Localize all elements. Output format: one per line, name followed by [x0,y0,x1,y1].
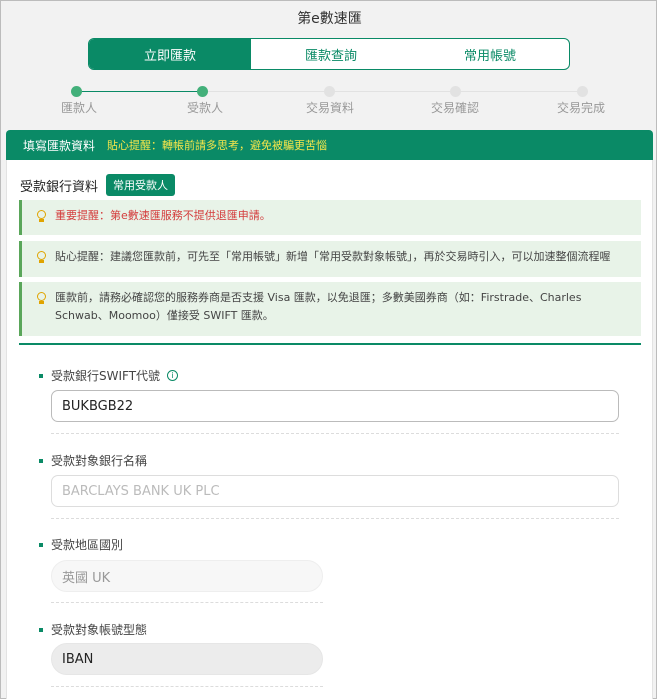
step-label-transaction-confirm: 交易確認 [430,101,479,115]
step-connector-pending [203,91,583,92]
tab-common-accounts[interactable]: 常用帳號 [411,39,569,69]
swift-input[interactable]: BUKBGB22 [51,390,619,422]
section-tip: 貼心提醒：轉帳前請多思考，避免被騙更苦惱 [107,139,328,152]
section-header: 填寫匯款資料 貼心提醒：轉帳前請多思考，避免被騙更苦惱 [6,130,653,160]
swift-label: 受款銀行SWIFT代號 i [39,367,621,384]
lightbulb-icon [37,210,47,222]
tab-remit-now[interactable]: 立即匯款 [89,39,251,69]
tab-bar: 立即匯款 匯款查詢 常用帳號 [88,38,570,70]
step-label-transaction-data: 交易資料 [305,101,354,115]
lightbulb-icon [37,251,47,263]
step-dot-payee [197,86,208,97]
bank-section-title: 受款銀行資料 [20,179,99,195]
step-dot-transaction-complete [577,86,588,97]
notice-tip: 貼心提醒：建議您匯款前，可先至「常用帳號」新增「常用受款對象帳號」，再於交易時引… [19,241,641,277]
lightbulb-icon [37,292,47,304]
info-icon[interactable]: i [167,370,179,381]
payee-bank-card: 受款銀行資料 常用受款人 重要提醒：第e數速匯服務不提供退匯申請。 貼心提醒：建… [6,160,653,699]
swift-field: 受款銀行SWIFT代號 i [39,367,621,384]
bank-name-field: 受款對象銀行名稱 [39,452,621,469]
step-label-transaction-complete: 交易完成 [556,101,605,115]
region-select[interactable]: 英國 UK [51,560,323,592]
step-dot-transaction-confirm [450,86,461,97]
progress-stepper: 匯款人 受款人 交易資料 交易確認 交易完成 [1,85,657,117]
step-connector-done [76,91,203,92]
step-dot-transaction-data [324,86,335,97]
notice-text: 重要提醒：第e數速匯服務不提供退匯申請。 [55,209,271,222]
step-label-payer: 匯款人 [60,101,97,115]
common-payee-button[interactable]: 常用受款人 [106,174,176,196]
region-field: 受款地區國別 [39,536,621,553]
section-title: 填寫匯款資料 [23,138,96,153]
app-title: 第e數速匯 [297,11,362,27]
account-type-label: 受款對象帳號型態 [39,621,621,638]
notice-important: 重要提醒：第e數速匯服務不提供退匯申請。 [19,200,641,235]
app-window: 第e數速匯 立即匯款 匯款查詢 常用帳號 匯款人 受款人 交易資料 交易確認 交… [0,0,657,699]
bank-name-input: BARCLAYS BANK UK PLC [51,475,619,507]
bank-name-label: 受款對象銀行名稱 [39,452,621,469]
payee-bank-form: 受款銀行SWIFT代號 i BUKBGB22 受款對象銀行名稱 BARCLAYS… [19,343,641,699]
bank-section-head: 受款銀行資料 常用受款人 [20,174,176,196]
step-label-payee: 受款人 [186,101,223,115]
notice-text: 貼心提醒：建議您匯款前，可先至「常用帳號」新增「常用受款對象帳號」，再於交易時引… [55,250,611,263]
step-dot-payer [71,86,82,97]
tab-remit-query[interactable]: 匯款查詢 [251,39,411,69]
notice-text: 匯款前，請務必確認您的服務券商是否支援 Visa 匯款，以免退匯；多數美國券商（… [55,291,582,322]
region-label: 受款地區國別 [39,536,621,553]
account-type-select[interactable]: IBAN [51,643,323,675]
account-type-field: 受款對象帳號型態 [39,621,621,638]
notice-swift-info: 匯款前，請務必確認您的服務券商是否支援 Visa 匯款，以免退匯；多數美國券商（… [19,282,641,336]
